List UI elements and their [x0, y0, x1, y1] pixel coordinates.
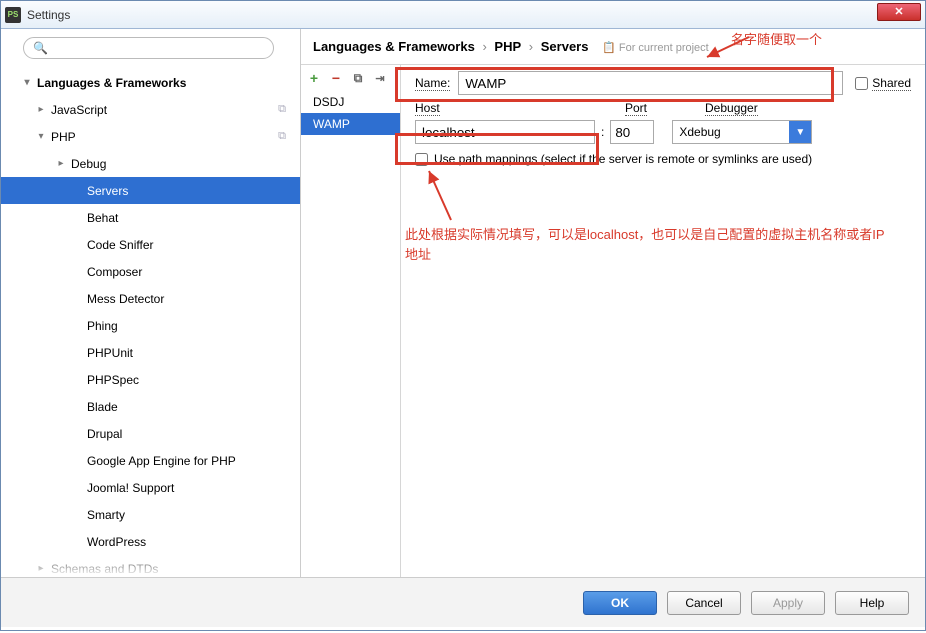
- close-button[interactable]: ✕: [877, 3, 921, 21]
- tree-item[interactable]: Google App Engine for PHP: [1, 447, 300, 474]
- tree-label: Drupal: [83, 427, 122, 441]
- name-label: Name:: [415, 76, 450, 90]
- app-icon: PS: [5, 7, 21, 23]
- tree-label: PHP: [47, 130, 76, 144]
- tree-label: Smarty: [83, 508, 125, 522]
- annotation-text: 此处根据实际情况填写，可以是localhost，也可以是自己配置的虚拟主机名称或…: [405, 225, 885, 264]
- tree-item[interactable]: ▸JavaScript ⧉: [1, 96, 300, 123]
- name-input[interactable]: [458, 71, 843, 95]
- search-input[interactable]: [23, 37, 274, 59]
- tree-label: Joomla! Support: [83, 481, 174, 495]
- server-form: Name: Shared Host Port Debugger :: [401, 65, 925, 577]
- chevron-right-icon: ▸: [55, 158, 67, 169]
- port-input[interactable]: [610, 120, 654, 144]
- host-port-sep: :: [601, 125, 604, 139]
- tree-label: PHPSpec: [83, 373, 139, 387]
- ok-button[interactable]: OK: [583, 591, 657, 615]
- tree-item[interactable]: WordPress: [1, 528, 300, 555]
- breadcrumb-part: PHP: [494, 39, 521, 54]
- tree-label: Composer: [83, 265, 142, 279]
- breadcrumb-part: Servers: [541, 39, 589, 54]
- tree-label: Debug: [67, 157, 106, 171]
- tree-item[interactable]: PHPSpec: [1, 366, 300, 393]
- settings-tree-panel: 🔍 ▾ Languages & Frameworks ▸JavaScript⧉▾…: [1, 29, 301, 577]
- tree-item[interactable]: Mess Detector: [1, 285, 300, 312]
- tree-item[interactable]: Phing: [1, 312, 300, 339]
- server-list-item[interactable]: DSDJ: [301, 91, 400, 113]
- breadcrumb-part: Languages & Frameworks: [313, 39, 475, 54]
- host-label: Host: [415, 101, 440, 116]
- dialog-button-bar: OK Cancel Apply Help: [1, 577, 925, 627]
- tree-item[interactable]: ▾PHP ⧉: [1, 123, 300, 150]
- tree-label: Code Sniffer: [83, 238, 154, 252]
- project-scope-icon: ⧉: [278, 103, 286, 116]
- remove-icon[interactable]: −: [329, 71, 343, 85]
- tree-label: Mess Detector: [83, 292, 164, 306]
- debugger-label: Debugger: [705, 101, 758, 116]
- tree-label: WordPress: [83, 535, 146, 549]
- shared-label: Shared: [872, 76, 911, 90]
- tree-item[interactable]: Servers: [1, 177, 300, 204]
- tree-label: Phing: [83, 319, 118, 333]
- tree-item-cutoff[interactable]: ▸ Schemas and DTDs: [1, 555, 300, 577]
- server-toolbar: + − ⧉ ⇥: [301, 65, 400, 91]
- tree-item[interactable]: PHPUnit: [1, 339, 300, 366]
- tree-item[interactable]: Drupal: [1, 420, 300, 447]
- tree-item[interactable]: Blade: [1, 393, 300, 420]
- tree-label: Schemas and DTDs: [47, 562, 158, 576]
- port-label: Port: [625, 101, 647, 116]
- chevron-down-icon: ▾: [21, 77, 33, 88]
- window-title: Settings: [27, 8, 70, 22]
- shared-checkbox[interactable]: [855, 77, 868, 90]
- breadcrumb: Languages & Frameworks › PHP › Servers 📋…: [301, 29, 925, 64]
- tree-root[interactable]: ▾ Languages & Frameworks: [1, 69, 300, 96]
- import-icon[interactable]: ⇥: [373, 71, 387, 85]
- settings-tree[interactable]: ▾ Languages & Frameworks ▸JavaScript⧉▾PH…: [1, 67, 300, 577]
- cancel-button[interactable]: Cancel: [667, 591, 741, 615]
- chevron-right-icon: ▸: [35, 104, 47, 115]
- tree-label: Languages & Frameworks: [33, 76, 186, 90]
- tree-label: PHPUnit: [83, 346, 133, 360]
- path-mappings-label: Use path mappings (select if the server …: [434, 152, 812, 166]
- tree-label: Blade: [83, 400, 118, 414]
- scope-label: 📋 For current project: [602, 42, 709, 54]
- tree-label: JavaScript: [47, 103, 107, 117]
- copy-icon[interactable]: ⧉: [351, 71, 365, 85]
- tree-item[interactable]: Composer: [1, 258, 300, 285]
- tree-item[interactable]: Smarty: [1, 501, 300, 528]
- host-input[interactable]: [415, 120, 595, 144]
- annotation-arrow: [421, 165, 461, 225]
- path-mappings-checkbox[interactable]: [415, 153, 428, 166]
- tree-item[interactable]: Behat: [1, 204, 300, 231]
- help-button[interactable]: Help: [835, 591, 909, 615]
- title-bar: PS Settings ✕: [1, 1, 925, 29]
- debugger-value: Xdebug: [673, 125, 789, 139]
- server-list-item[interactable]: WAMP: [301, 113, 400, 135]
- tree-label: Behat: [83, 211, 118, 225]
- chevron-down-icon: ▼: [789, 121, 811, 143]
- tree-item[interactable]: Joomla! Support: [1, 474, 300, 501]
- project-scope-icon: ⧉: [278, 130, 286, 143]
- tree-item[interactable]: Code Sniffer: [1, 231, 300, 258]
- tree-label: Servers: [83, 184, 128, 198]
- annotation-text: 名字随便取一个: [731, 30, 822, 50]
- add-icon[interactable]: +: [307, 71, 321, 85]
- server-list-column: + − ⧉ ⇥ DSDJWAMP: [301, 65, 401, 577]
- tree-item[interactable]: ▸Debug: [1, 150, 300, 177]
- server-list[interactable]: DSDJWAMP: [301, 91, 400, 577]
- debugger-select[interactable]: Xdebug ▼: [672, 120, 812, 144]
- settings-detail-panel: Languages & Frameworks › PHP › Servers 📋…: [301, 29, 925, 577]
- chevron-down-icon: ▾: [35, 131, 47, 142]
- chevron-right-icon: ▸: [35, 563, 47, 574]
- apply-button[interactable]: Apply: [751, 591, 825, 615]
- tree-label: Google App Engine for PHP: [83, 454, 236, 468]
